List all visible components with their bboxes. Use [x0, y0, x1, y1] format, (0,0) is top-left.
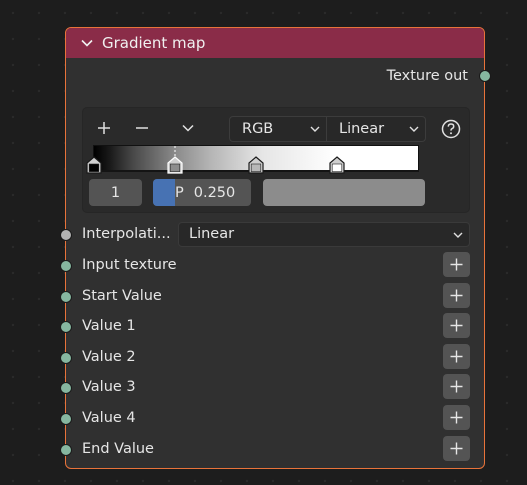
color-mode-value: RGB — [242, 121, 274, 137]
stop-color-swatch[interactable] — [263, 179, 425, 206]
interpolation-dropdown[interactable]: Linear — [178, 222, 470, 247]
texture-out-label: Texture out — [386, 68, 468, 84]
interpolation-value: Linear — [189, 226, 235, 242]
input-label: Input texture — [82, 257, 177, 273]
input-label: End Value — [82, 440, 154, 457]
chevron-down-icon — [409, 124, 419, 134]
color-stop-3[interactable] — [329, 156, 345, 174]
color-ramp-panel: RGB Linear 1 P 0.250 — [82, 107, 470, 213]
texture-out-socket[interactable] — [479, 70, 491, 82]
color-stop-2[interactable] — [248, 156, 264, 174]
input-socket[interactable] — [60, 351, 72, 364]
plus-icon — [450, 258, 463, 271]
add-input-button[interactable] — [443, 374, 470, 400]
input-socket[interactable] — [60, 413, 72, 425]
interpolation-socket[interactable] — [60, 229, 72, 241]
position-slider-fill — [153, 179, 175, 206]
plus-icon — [450, 319, 463, 332]
node-header[interactable]: Gradient map — [66, 28, 484, 58]
input-row: Value 1 — [60, 312, 486, 342]
gradient-map-node[interactable]: Gradient map Texture out RGB Linear 1 P … — [60, 27, 486, 469]
plus-icon — [450, 289, 463, 302]
chevron-down-icon — [182, 124, 194, 132]
add-input-button[interactable] — [443, 282, 470, 308]
input-socket[interactable] — [60, 321, 72, 334]
help-button[interactable] — [439, 117, 463, 141]
input-row: Input texture — [60, 251, 486, 281]
input-socket[interactable] — [60, 382, 72, 395]
active-stop-index: 1 — [110, 184, 121, 201]
question-icon — [441, 119, 461, 139]
input-label: Value 1 — [82, 318, 136, 335]
add-input-button[interactable] — [443, 343, 470, 369]
input-socket[interactable] — [60, 443, 72, 456]
plus-icon — [450, 442, 463, 455]
plus-icon — [450, 411, 463, 424]
add-input-button[interactable] — [443, 435, 470, 461]
stop-position-value: 0.250 — [193, 184, 236, 201]
input-row: End Value — [60, 435, 486, 465]
input-row: Value 2 — [60, 343, 486, 373]
input-label: Value 2 — [82, 348, 136, 365]
add-stop-button[interactable] — [93, 116, 115, 140]
chevron-down-icon — [310, 124, 320, 134]
active-stop-index-field[interactable]: 1 — [89, 179, 142, 206]
remove-stop-button[interactable] — [131, 116, 153, 140]
color-mode-select[interactable]: RGB — [229, 116, 327, 142]
input-socket[interactable] — [60, 290, 72, 303]
add-input-button[interactable] — [443, 252, 470, 277]
plus-icon — [450, 350, 463, 363]
interpolation-row: Interpolati... Linear — [60, 220, 486, 250]
ramp-interpolation-select[interactable]: Linear — [327, 116, 426, 142]
add-input-button[interactable] — [443, 405, 470, 430]
ramp-menu-button[interactable] — [177, 116, 199, 140]
stop-position-label: P — [175, 184, 184, 201]
plus-icon — [450, 380, 463, 393]
node-title: Gradient map — [102, 34, 206, 52]
input-label: Start Value — [82, 287, 162, 304]
minus-icon — [136, 127, 148, 129]
interpolation-label: Interpolati... — [82, 226, 171, 242]
input-row: Value 4 — [60, 404, 486, 434]
collapse-chevron-icon[interactable] — [80, 36, 94, 50]
plus-icon — [98, 122, 110, 134]
input-socket[interactable] — [60, 260, 72, 272]
ramp-interpolation-value: Linear — [339, 121, 385, 137]
color-stop-1[interactable] — [167, 156, 183, 174]
color-stop-0[interactable] — [86, 156, 102, 174]
input-row: Value 3 — [60, 373, 486, 403]
input-row: Start Value — [60, 282, 486, 312]
input-label: Value 3 — [82, 379, 136, 396]
stop-position-field[interactable]: P 0.250 — [153, 179, 251, 206]
add-input-button[interactable] — [443, 313, 470, 339]
input-label: Value 4 — [82, 410, 136, 426]
chevron-down-icon — [453, 230, 463, 240]
